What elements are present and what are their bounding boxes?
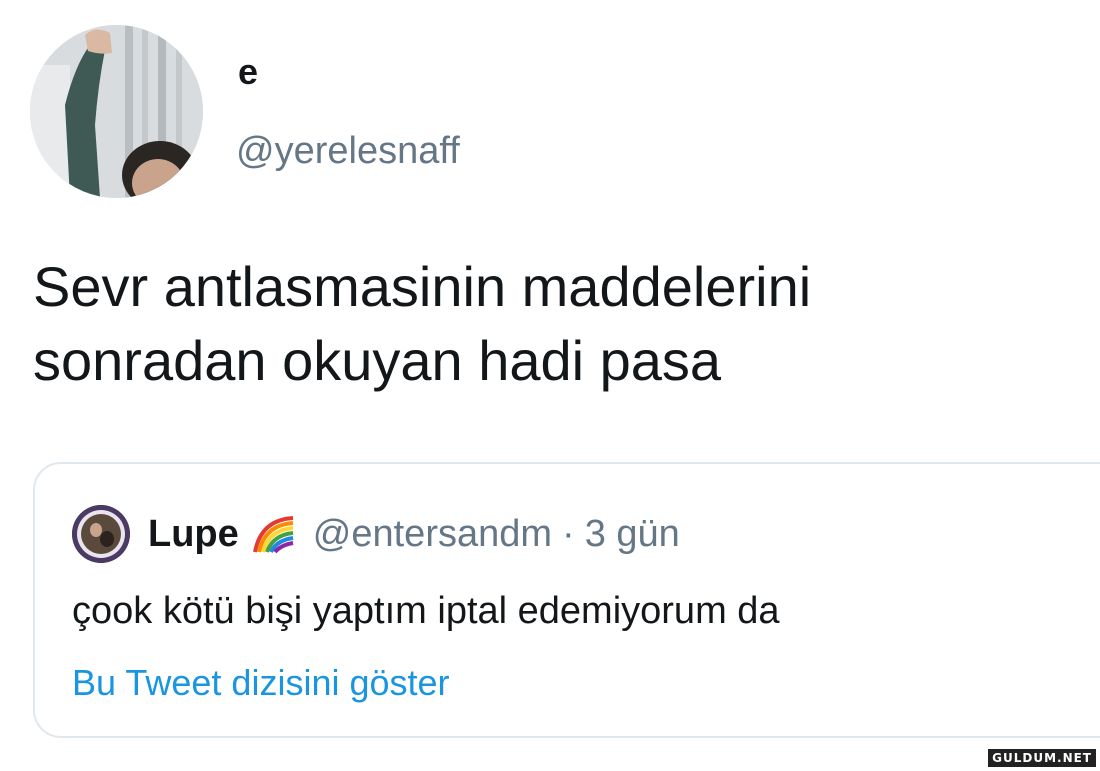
quoted-tweet-text: çook kötü bişi yaptım iptal edemiyorum d… [72,590,780,632]
quoted-tweet-header: Lupe @entersandm · 3 gün [148,510,680,558]
quoted-author-handle[interactable]: @entersandm [313,513,552,556]
author-avatar[interactable] [30,25,203,198]
tweet-card: e @yerelesnaff Sevr antlasmasinin maddel… [0,0,1100,771]
site-watermark: GULDUM.NET [988,749,1096,767]
rainbow-icon [251,514,295,554]
quoted-tweet-timestamp[interactable]: 3 gün [585,513,680,556]
quoted-author-name[interactable]: Lupe [148,513,239,556]
separator-dot: · [562,512,575,555]
quoted-author-avatar[interactable] [72,505,130,563]
profile-photo-icon [30,25,203,198]
tweet-text-line: Sevr antlasmasinin maddelerini [33,255,812,318]
profile-photo-icon [72,505,130,563]
tweet-text: Sevr antlasmasinin maddelerini sonradan … [33,250,1073,398]
show-thread-link[interactable]: Bu Tweet dizisini göster [72,662,450,704]
quoted-tweet-card[interactable]: Lupe @entersandm · 3 gün çook kötü bişi … [33,462,1100,738]
author-display-name[interactable]: e [238,50,258,94]
author-handle[interactable]: @yerelesnaff [236,128,460,174]
tweet-text-line: sonradan okuyan hadi pasa [33,329,722,392]
